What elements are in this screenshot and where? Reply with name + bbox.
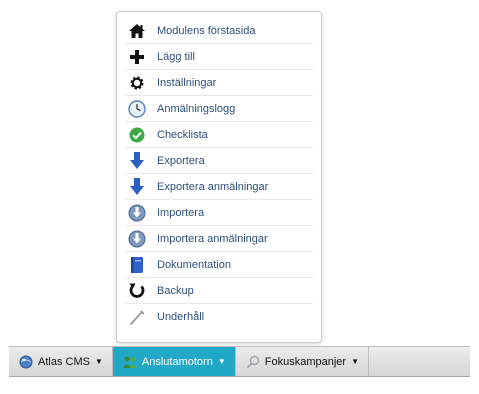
menu-item-settings[interactable]: Inställningar [125,70,313,96]
menubar-item-fokuskampanjer[interactable]: Fokuskampanjer ▼ [236,347,369,376]
check-circle-icon [127,125,147,145]
menu-item-add[interactable]: Lägg till [125,44,313,70]
arrow-down-icon [127,151,147,171]
globe-icon [18,354,34,370]
menu-item-label: Lägg till [157,50,195,63]
menubar-item-label: Atlas CMS [38,355,90,368]
menubar-item-label: Anslutamotorn [141,355,213,368]
menubar-empty-area [369,347,470,376]
chevron-down-icon: ▼ [217,357,226,366]
magnifier-icon [245,354,261,370]
chevron-down-icon: ▼ [351,357,359,366]
menubar-item-atlas-cms[interactable]: Atlas CMS ▼ [9,347,113,376]
menu-item-label: Importera anmälningar [157,232,268,245]
dropdown-list: Modulens förstasida Lägg till Inställnin… [117,12,321,330]
import-globe-icon [127,203,147,223]
menu-bar: Atlas CMS ▼ Anslutamotorn ▼ Fokuskampanj… [9,346,470,377]
menu-item-import[interactable]: Importera [125,200,313,226]
menu-item-import-registrations[interactable]: Importera anmälningar [125,226,313,252]
menu-item-label: Checklista [157,128,208,141]
menu-item-label: Importera [157,206,205,219]
import-globe-icon [127,229,147,249]
menu-item-label: Exportera anmälningar [157,180,269,193]
chevron-down-icon: ▼ [94,357,103,366]
arrow-down-icon [127,177,147,197]
menu-item-label: Dokumentation [157,258,231,271]
gear-icon [127,73,147,93]
menu-item-label: Anmälningslogg [157,102,236,115]
menu-item-log[interactable]: Anmälningslogg [125,96,313,122]
dropdown-menu: Modulens förstasida Lägg till Inställnin… [116,11,322,343]
home-icon [127,21,147,41]
menubar-item-anslutamotorn[interactable]: Anslutamotorn ▼ [112,347,236,376]
menu-item-maintenance[interactable]: Underhåll [125,304,313,330]
plus-icon [127,47,147,67]
menu-item-label: Exportera [157,154,205,167]
menu-item-label: Inställningar [157,76,217,89]
menu-item-export-registrations[interactable]: Exportera anmälningar [125,174,313,200]
refresh-icon [127,281,147,301]
book-icon [127,255,147,275]
menu-item-checklist[interactable]: Checklista [125,122,313,148]
people-icon [122,354,138,370]
menu-item-backup[interactable]: Backup [125,278,313,304]
clock-icon [127,99,147,119]
menu-item-label: Backup [157,284,194,297]
menu-item-documentation[interactable]: Dokumentation [125,252,313,278]
wrench-icon [127,307,147,327]
menubar-item-label: Fokuskampanjer [264,355,347,368]
menu-item-label: Underhåll [157,311,205,323]
menu-item-export[interactable]: Exportera [125,148,313,174]
menu-item-home[interactable]: Modulens förstasida [125,18,313,44]
menu-item-label: Modulens förstasida [157,24,256,37]
